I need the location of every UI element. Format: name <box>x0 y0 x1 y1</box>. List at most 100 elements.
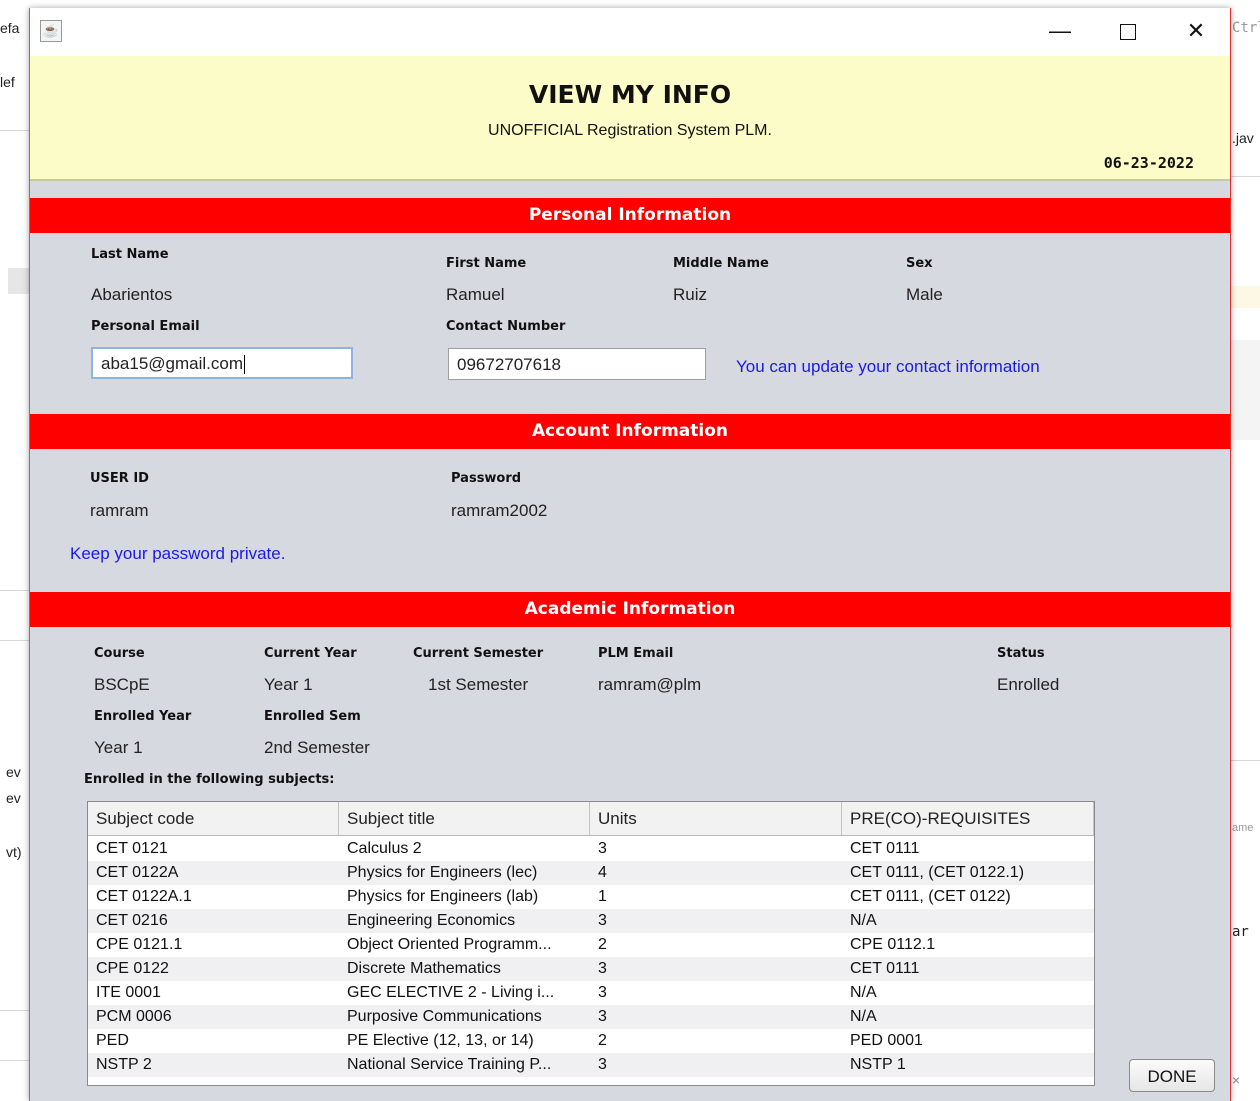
cell-prerequisites: N/A <box>850 1008 877 1025</box>
enrolled-year-label: Enrolled Year <box>94 709 192 724</box>
middle-name-label: Middle Name <box>673 256 769 271</box>
cell-subject-code: CET 0122A.1 <box>96 888 192 905</box>
enrolled-subjects-label: Enrolled in the following subjects: <box>84 772 335 787</box>
cell-subject-code: CET 0216 <box>96 912 168 929</box>
current-semester-label: Current Semester <box>413 646 544 661</box>
enrolled-sem-value: 2nd Semester <box>264 738 370 757</box>
course-value: BSCpE <box>94 675 150 694</box>
table-row[interactable]: CPE 0121.1 Object Oriented Programm... 2 CP… <box>88 933 1094 957</box>
cell-units: 2 <box>598 1032 607 1049</box>
section-personal-information: Personal Information <box>30 198 1230 233</box>
cell-units: 1 <box>598 888 607 905</box>
status-label: Status <box>997 646 1045 661</box>
table-row[interactable]: NSTP 2 National Service Training P... 3 NST… <box>88 1053 1094 1077</box>
personal-email-field[interactable]: aba15@gmail.com <box>91 347 353 379</box>
plm-email-label: PLM Email <box>598 646 674 661</box>
cell-subject-title: Discrete Mathematics <box>347 960 501 977</box>
cell-subject-title: National Service Training P... <box>347 1056 552 1073</box>
title-bar[interactable]: ☕ — ✕ <box>30 8 1230 56</box>
current-date: 06-23-2022 <box>1103 154 1194 172</box>
column-header-subject-title[interactable]: Subject title <box>339 802 590 835</box>
cell-prerequisites: CET 0111, (CET 0122.1) <box>850 864 1025 881</box>
cell-prerequisites: CET 0111 <box>850 960 920 977</box>
cell-subject-title: Physics for Engineers (lec) <box>347 864 538 881</box>
cell-subject-code: CPE 0121.1 <box>96 936 183 953</box>
cell-subject-code: CET 0121 <box>96 840 168 857</box>
cell-subject-code: NSTP 2 <box>96 1056 152 1073</box>
contact-number-field[interactable]: 09672707618 <box>448 348 706 380</box>
maximize-button[interactable] <box>1106 14 1150 48</box>
user-id-value: ramram <box>90 501 149 520</box>
bg-fragment: ev <box>6 764 21 780</box>
first-name-value: Ramuel <box>446 285 505 304</box>
cell-subject-code: ITE 0001 <box>96 984 161 1001</box>
table-row[interactable]: ITE 0001 GEC ELECTIVE 2 - Living i... 3 N/A <box>88 981 1094 1005</box>
cell-subject-code: PED <box>96 1032 129 1049</box>
section-account-information: Account Information <box>30 414 1230 449</box>
bg-fragment: ame <box>1232 822 1254 834</box>
table-header: Subject code Subject title Units PRE(CO)… <box>88 802 1094 836</box>
personal-email-text: aba15@gmail.com <box>101 354 243 373</box>
table-row[interactable]: CPE 0122 Discrete Mathematics 3 CET 0111 <box>88 957 1094 981</box>
personal-email-label: Personal Email <box>91 319 200 334</box>
cell-subject-title: PE Elective (12, 13, or 14) <box>347 1032 534 1049</box>
enrolled-sem-label: Enrolled Sem <box>264 709 361 724</box>
contact-number-label: Contact Number <box>446 319 566 334</box>
cell-prerequisites: NSTP 1 <box>850 1056 906 1073</box>
bg-fragment: vt) <box>6 844 22 860</box>
current-year-value: Year 1 <box>264 675 313 694</box>
bg-fragment: ev <box>6 790 21 806</box>
enrolled-year-value: Year 1 <box>94 738 143 757</box>
bg-fragment: lef <box>0 74 15 90</box>
cell-prerequisites: PED 0001 <box>850 1032 923 1049</box>
done-button[interactable]: DONE <box>1129 1059 1215 1092</box>
first-name-label: First Name <box>446 256 527 271</box>
bg-fragment: efa <box>0 20 20 36</box>
cell-prerequisites: CET 0111, (CET 0122) <box>850 888 1011 905</box>
password-label: Password <box>451 471 522 486</box>
table-row[interactable]: CET 0122A Physics for Engineers (lec) 4 CET… <box>88 861 1094 885</box>
cell-units: 3 <box>598 840 607 857</box>
table-row[interactable]: PED PE Elective (12, 13, or 14) 2 PED 0001 <box>88 1029 1094 1053</box>
cell-subject-title: GEC ELECTIVE 2 - Living i... <box>347 984 555 1001</box>
cell-prerequisites: N/A <box>850 984 877 1001</box>
cell-units: 3 <box>598 984 607 1001</box>
last-name-value: Abarientos <box>91 285 173 304</box>
cell-subject-title: Engineering Economics <box>347 912 516 929</box>
cell-units: 2 <box>598 936 607 953</box>
text-caret <box>244 355 245 375</box>
column-header-prerequisites[interactable]: PRE(CO)-REQUISITES <box>842 802 1094 835</box>
java-cup-icon: ☕ <box>40 20 62 42</box>
course-label: Course <box>94 646 145 661</box>
table-row[interactable]: CET 0216 Engineering Economics 3 N/A <box>88 909 1094 933</box>
update-contact-note: You can update your contact information <box>736 357 1040 376</box>
close-button[interactable]: ✕ <box>1174 14 1218 48</box>
column-header-units[interactable]: Units <box>590 802 842 835</box>
subjects-table[interactable]: Subject code Subject title Units PRE(CO)… <box>87 801 1095 1086</box>
cell-subject-title: Object Oriented Programm... <box>347 936 552 953</box>
table-row[interactable]: CET 0121 Calculus 2 3 CET 0111 <box>88 837 1094 861</box>
cell-subject-title: Purposive Communications <box>347 1008 542 1025</box>
cell-units: 3 <box>598 912 607 929</box>
bg-fragment: Ctrl- <box>1232 20 1260 36</box>
table-row[interactable]: CET 0122A.1 Physics for Engineers (lab) 1 C… <box>88 885 1094 909</box>
sex-value: Male <box>906 285 943 304</box>
cell-units: 3 <box>598 1008 607 1025</box>
cell-subject-code: CET 0122A <box>96 864 179 881</box>
current-semester-value: 1st Semester <box>428 675 529 694</box>
maximize-icon <box>1120 24 1136 41</box>
password-value: ramram2002 <box>451 501 548 520</box>
minimize-button[interactable]: — <box>1038 14 1082 48</box>
middle-name-value: Ruiz <box>673 285 708 304</box>
last-name-label: Last Name <box>91 247 169 262</box>
page-subtitle: UNOFFICIAL Registration System PLM. <box>488 122 772 139</box>
cell-units: 3 <box>598 1056 607 1073</box>
column-header-subject-code[interactable]: Subject code <box>88 802 339 835</box>
cell-subject-code: CPE 0122 <box>96 960 169 977</box>
header-banner: VIEW MY INFO UNOFFICIAL Registration Sys… <box>30 56 1230 181</box>
cell-subject-title: Calculus 2 <box>347 840 422 857</box>
cell-prerequisites: CPE 0112.1 <box>850 936 936 953</box>
user-id-label: USER ID <box>90 471 149 486</box>
table-row[interactable]: PCM 0006 Purposive Communications 3 N/A <box>88 1005 1094 1029</box>
contact-number-text: 09672707618 <box>457 355 562 374</box>
